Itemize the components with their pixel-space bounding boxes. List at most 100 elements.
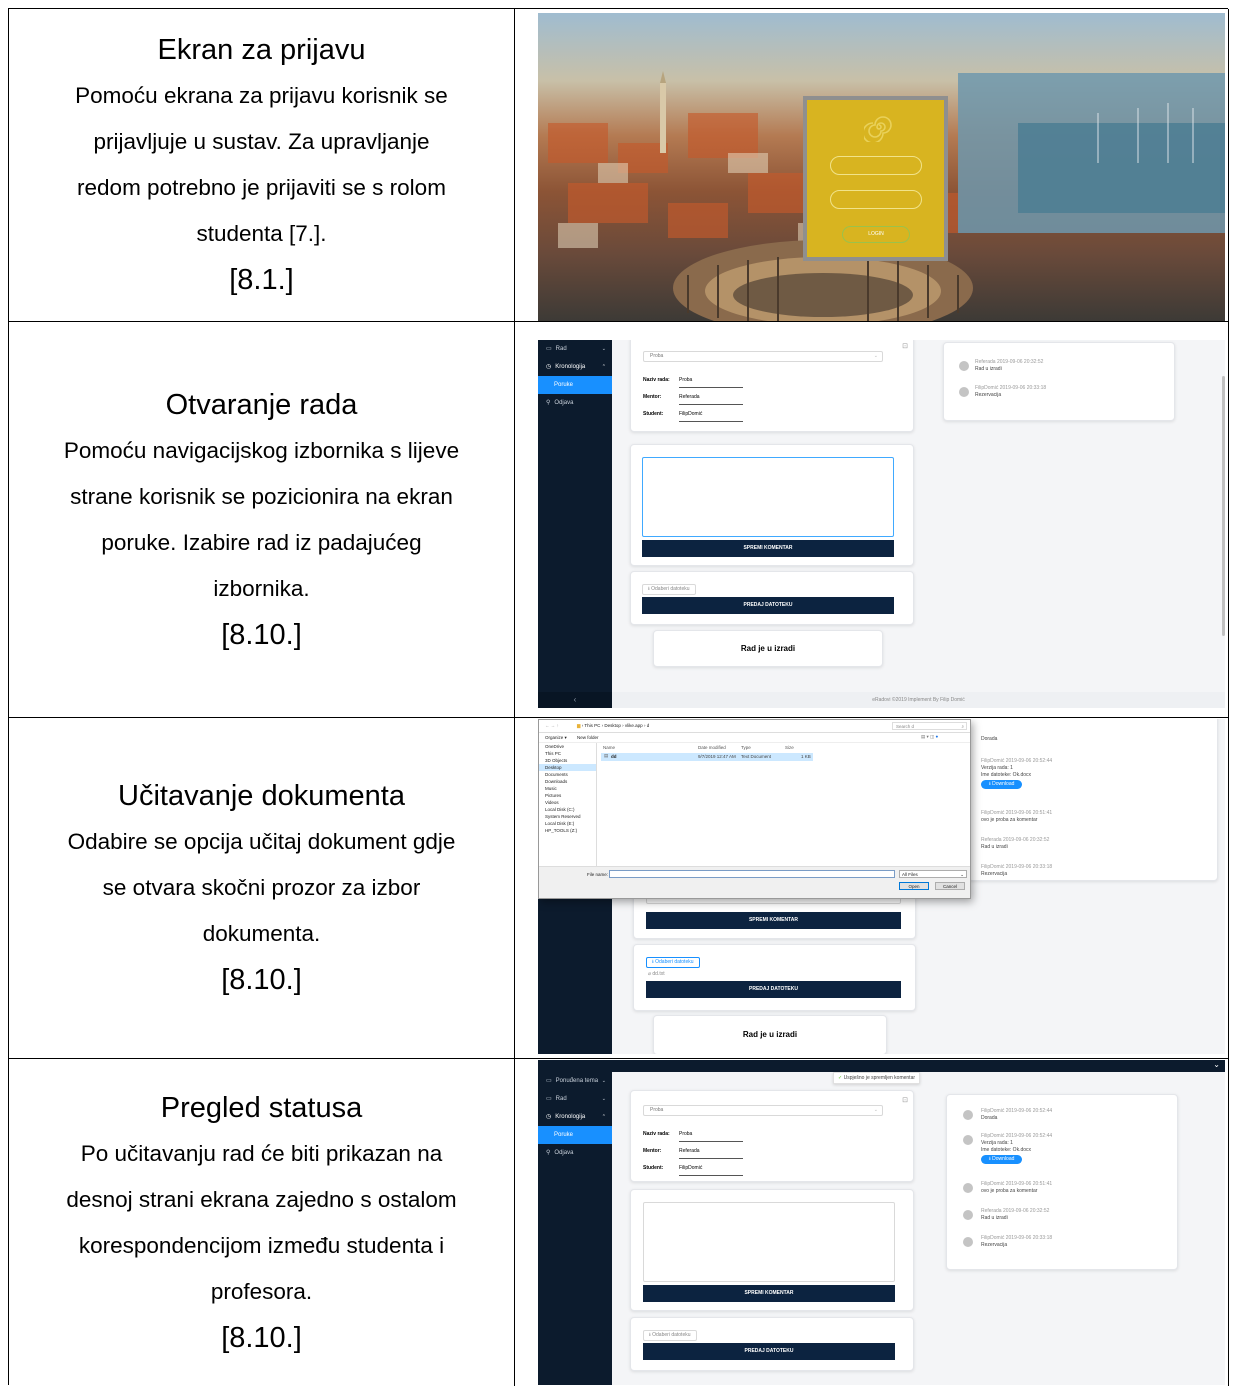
back-arrow-icon[interactable]: ← → ↑ [545, 723, 559, 728]
screenshot-cell: ▭ Rad ⌄ ◷ Kronologija ⌃ Poruke ⚲ Odjava ‹ Pro… [515, 322, 1229, 717]
step-desc-line: strane korisnik se pozicionira na ekran [70, 483, 453, 509]
nav-item[interactable]: System Reserved [539, 813, 596, 820]
edit-icon[interactable]: ⊡ [902, 1096, 908, 1104]
step-desc-line: desnoj strani ekrana zajedno s ostalom [66, 1186, 457, 1212]
document-table: Ekran za prijavu Pomoću ekrana za prijav… [8, 8, 1229, 1386]
submit-file-button[interactable]: PREDAJ DATOTEKU [646, 981, 901, 998]
sidebar-item-ponudena[interactable]: ▭ Ponuđena tema ⌄ [538, 1072, 612, 1090]
upload-card: ⭳ Odaberi datoteku ⌀ dd.txt PREDAJ DATOT… [633, 944, 916, 1011]
description-cell: Otvaranje rada Pomoću navigacijskog izbo… [9, 322, 515, 717]
cancel-button[interactable]: Cancel [935, 882, 965, 890]
status-screenshot: ⌄ ▭ Ponuđena tema ⌄ ▭ Rad ⌄ ◷ Kronologija ⌃ Po… [538, 1060, 1225, 1385]
mentor-field: Mentor: Referada [643, 1148, 743, 1159]
login-button[interactable]: LOGIN [842, 226, 910, 243]
table-row-open-work: Otvaranje rada Pomoću navigacijskog izbo… [9, 322, 1229, 718]
sidebar-item-odjava[interactable]: ⚲ Odjava [538, 1144, 612, 1162]
correspondence-card: FilipDomić 2019-09-06 20:52:44 Dorada Fil… [946, 1094, 1178, 1270]
file-icon: ▭ [546, 346, 552, 352]
sidebar-item-rad[interactable]: ▭ Rad ⌄ [538, 1090, 612, 1108]
nav-item[interactable]: Local Disk (E:) [539, 820, 596, 827]
download-button[interactable]: ⭳ Download [981, 1155, 1023, 1164]
submit-file-button[interactable]: PREDAJ DATOTEKU [643, 1343, 895, 1360]
collapse-chevron-icon[interactable]: ‹ [538, 692, 612, 708]
step-reference: [8.10.] [221, 1321, 302, 1354]
sidebar-item-kronologija[interactable]: ◷ Kronologija ⌃ [538, 1108, 612, 1126]
step-desc-line: Pomoću ekrana za prijavu korisnik se [75, 83, 448, 108]
comment-textarea[interactable] [643, 1202, 895, 1282]
message-item: FilipDomić 2019-09-06 20:33:18 Rezervacij… [981, 864, 1053, 877]
work-select[interactable]: Proba ⌄ [643, 1105, 883, 1116]
sidebar-item-odjava[interactable]: ⚲ Odjava [538, 394, 612, 412]
nav-item[interactable]: Music [539, 785, 596, 792]
nav-item[interactable]: OneDrive [539, 743, 596, 750]
sidebar: ▭ Rad ⌄ ◷ Kronologija ⌃ Poruke ⚲ Odjava ‹ [538, 340, 612, 708]
status-card: Rad je u izradi [653, 630, 883, 667]
save-comment-button[interactable]: SPREMI KOMENTAR [642, 540, 894, 557]
comment-card: SPREMI KOMENTAR [630, 1189, 914, 1311]
user-icon: ⚲ [546, 400, 551, 406]
scrollbar[interactable] [1222, 376, 1225, 636]
chevron-down-icon: ⌄ [601, 346, 606, 352]
save-comment-button[interactable]: SPREMI KOMENTAR [646, 912, 901, 929]
description-cell: Učitavanje dokumenta Odabire se opcija u… [9, 718, 515, 1058]
choose-file-button[interactable]: ⭳ Odaberi datoteku [646, 957, 700, 968]
edit-icon[interactable]: ⊡ [902, 342, 908, 350]
folder-icon: ▆ [577, 723, 581, 728]
student-field: Student: FilipDomić [643, 411, 743, 422]
choose-file-button[interactable]: ⭳ Odaberi datoteku [642, 584, 696, 595]
comment-card: SPREMI KOMENTAR [630, 444, 914, 566]
choose-file-button[interactable]: ⭳ Odaberi datoteku [643, 1330, 697, 1341]
search-input[interactable]: Search d ⌕ [892, 722, 967, 730]
work-select[interactable]: Proba ⌄ [643, 351, 883, 362]
new-folder-button[interactable]: New folder [577, 735, 599, 740]
file-row[interactable]: ▤ dd 9/7/2019 12:47 AM Text Document 1 K… [601, 753, 813, 761]
table-row-upload: Učitavanje dokumenta Odabire se opcija u… [9, 718, 1229, 1059]
password-input[interactable] [830, 190, 922, 209]
message-item: FilipDomić 2019-09-06 20:33:18 Rezervacij… [959, 385, 1159, 399]
chevron-down-icon[interactable]: ⌄ [1213, 1060, 1220, 1069]
naziv-field: Naziv rada: Proba [643, 1131, 743, 1142]
upload-card: ⭳ Odaberi datoteku PREDAJ DATOTEKU [630, 1317, 914, 1371]
nav-item[interactable]: Pictures [539, 792, 596, 799]
comment-textarea[interactable] [642, 457, 894, 537]
chevron-down-icon: ⌄ [601, 1078, 606, 1084]
nav-item[interactable]: This PC [539, 750, 596, 757]
screenshot-cell: ⌄ ▭ Ponuđena tema ⌄ ▭ Rad ⌄ ◷ Kronologija ⌃ Po… [515, 1059, 1229, 1386]
address-bar: ← → ↑ ▆ › This PC › Desktop › vlike.app … [539, 720, 970, 733]
student-field: Student: FilipDomić [643, 1165, 743, 1176]
step-desc-line: poruke. Izabire rad iz padajućeg [101, 529, 422, 555]
nav-item[interactable]: HP_TOOLS (Z:) [539, 827, 596, 834]
avatar [959, 361, 969, 371]
open-button[interactable]: Open [899, 882, 929, 890]
nav-item[interactable]: Videos [539, 799, 596, 806]
step-title: Učitavanje dokumenta [118, 780, 405, 812]
step-reference: [8.10.] [221, 964, 302, 996]
avatar [963, 1237, 973, 1247]
file-name-input[interactable] [609, 870, 895, 878]
username-input[interactable] [830, 156, 922, 175]
step-desc-line: prijavljuje u sustav. Za upravljanje [93, 129, 430, 154]
nav-item[interactable]: Downloads [539, 778, 596, 785]
sidebar-item-kronologija[interactable]: ◷ Kronologija ⌃ [538, 358, 612, 376]
organize-button[interactable]: Organize ▾ [545, 735, 567, 741]
search-icon: ⌕ [961, 724, 964, 729]
step-title: Pregled statusa [160, 1091, 363, 1124]
nav-item[interactable]: 3D Objects [539, 757, 596, 764]
submit-file-button[interactable]: PREDAJ DATOTEKU [642, 597, 894, 614]
app-footer: eRadovi ©2019 Implement By Filip Domić [612, 692, 1225, 708]
sidebar-item-rad[interactable]: ▭ Rad ⌄ [538, 340, 612, 358]
nav-item[interactable]: Documents [539, 771, 596, 778]
view-options-icon[interactable]: ▤ ▾ ◫ ● [921, 734, 938, 740]
screenshot-cell: ☆●▦▤⊖ Dorada FilipDomić 2019-09-06 20:52… [515, 718, 1229, 1058]
save-comment-button[interactable]: SPREMI KOMENTAR [643, 1285, 895, 1302]
nav-item[interactable]: Desktop [539, 764, 596, 771]
sidebar-item-poruke[interactable]: Poruke [538, 376, 612, 394]
file-type-select[interactable]: All Files ⌄ [899, 870, 967, 878]
screenshot-cell: LOGIN [515, 9, 1229, 321]
sidebar-item-poruke[interactable]: Poruke [538, 1126, 612, 1144]
sidebar: ▭ Ponuđena tema ⌄ ▭ Rad ⌄ ◷ Kronologija ⌃ Poru… [538, 1072, 612, 1385]
correspondence-card: Dorada FilipDomić 2019-09-06 20:52:44 Ver… [968, 719, 1218, 881]
nav-item[interactable]: Local Disk (C:) [539, 806, 596, 813]
login-form: LOGIN [803, 96, 948, 261]
download-button[interactable]: ⭳ Download [981, 780, 1023, 789]
